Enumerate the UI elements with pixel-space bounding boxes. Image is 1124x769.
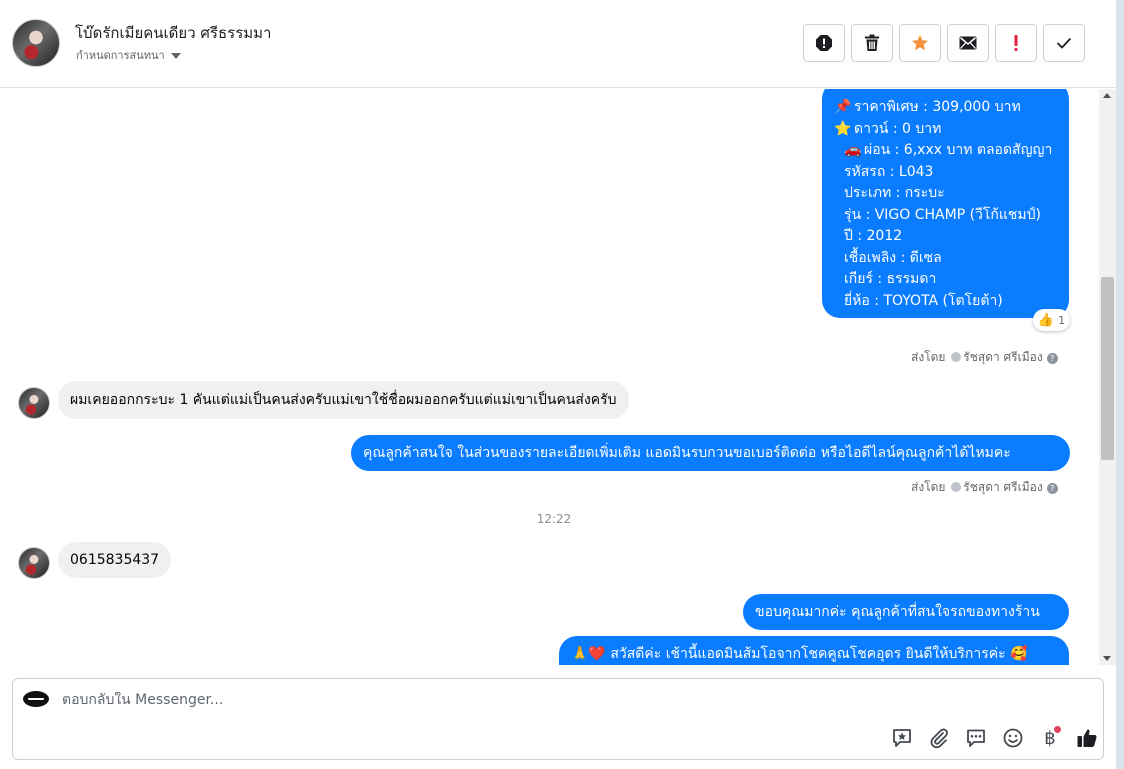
- contact-avatar-small[interactable]: [18, 547, 50, 579]
- outgoing-message[interactable]: คุณลูกค้าสนใจ ในส่วนของรายละเอียดเพิ่มเต…: [351, 435, 1070, 471]
- page-logo-icon: [23, 691, 49, 707]
- message-thread[interactable]: 📌 ราคาพิเศษ : 309,000 บาท ⭐ ดาวน์ : 0 บาท …: [0, 89, 1100, 665]
- composer-tools: ฿: [889, 725, 1100, 751]
- mark-done-button[interactable]: [1043, 24, 1085, 62]
- sent-by-note: ส่งโดย รัชสุดา ศรีเมือง?: [911, 348, 1058, 367]
- shield-icon: [951, 352, 962, 362]
- notification-dot: [1054, 726, 1061, 733]
- delete-button[interactable]: [851, 24, 893, 62]
- mark-spam-button[interactable]: [803, 24, 845, 62]
- greeting-text: สวัสดีค่ะ เช้านี้แอดมินส้มโอจากโชคคูณโชค…: [610, 646, 1006, 662]
- important-icon: [1014, 35, 1018, 51]
- contact-avatar-small[interactable]: [18, 387, 50, 419]
- sent-by-agent[interactable]: รัชสุดา ศรีเมือง: [963, 480, 1042, 494]
- car-down-line: ⭐ ดาวน์ : 0 บาท: [834, 119, 1057, 141]
- emoji-icon: [1003, 728, 1023, 748]
- car-brand-line: ยี่ห้อ : TOYOTA (โตโยต้า): [844, 292, 1003, 309]
- spam-icon: [816, 35, 832, 51]
- car-down: ดาวน์ : 0 บาท: [854, 120, 942, 137]
- outgoing-car-details-message[interactable]: 📌 ราคาพิเศษ : 309,000 บาท ⭐ ดาวน์ : 0 บาท …: [822, 89, 1069, 318]
- help-icon[interactable]: ?: [1046, 353, 1058, 364]
- car-model-line: รุ่น : VIGO CHAMP (วีโก้แชมป์): [844, 206, 1042, 223]
- outgoing-greeting-message[interactable]: 🙏❤️ สวัสดีค่ะ เช้านี้แอดมินส้มโอจากโชคคู…: [559, 636, 1069, 665]
- thumbs-up-icon: 👍: [1037, 312, 1055, 328]
- emoji-button[interactable]: [1000, 725, 1026, 751]
- car-emoji: 🚗: [844, 142, 862, 158]
- assign-conversation-dropdown[interactable]: กำหนดการสนทนา: [76, 46, 181, 64]
- payment-button[interactable]: ฿: [1037, 725, 1063, 751]
- pin-emoji: 📌: [834, 99, 852, 115]
- car-installment-line: 🚗 ผ่อน : 6,xxx บาท ตลอดสัญญา: [834, 140, 1057, 162]
- sticker-button[interactable]: [889, 725, 915, 751]
- reply-input[interactable]: [62, 692, 762, 708]
- help-icon[interactable]: ?: [1046, 483, 1058, 494]
- message-timestamp: 12:22: [536, 512, 572, 526]
- shield-icon: [951, 482, 962, 492]
- saved-replies-icon: [967, 729, 985, 747]
- reaction-count: 1: [1058, 313, 1066, 327]
- like-icon: [1077, 729, 1097, 747]
- attachment-icon: [930, 728, 948, 749]
- caret-down-icon: [170, 53, 181, 59]
- envelope-icon: [959, 36, 977, 50]
- car-fuel-line: เชื้อเพลิง : ดีเซล: [844, 249, 942, 266]
- window-edge: [1116, 0, 1124, 769]
- scroll-up-arrow-icon[interactable]: [1103, 93, 1111, 98]
- smiling-hearts-emoji: 🥰: [1010, 646, 1028, 662]
- mark-unread-button[interactable]: [947, 24, 989, 62]
- car-installment: ผ่อน : 6,xxx บาท ตลอดสัญญา: [864, 142, 1053, 158]
- conversation-toolbar: [803, 24, 1085, 62]
- sent-by-agent[interactable]: รัชสุดา ศรีเมือง: [963, 350, 1042, 364]
- star-icon: [912, 35, 928, 51]
- car-gear-line: เกียร์ : ธรรมดา: [844, 271, 937, 287]
- assign-label: กำหนดการสนทนา: [76, 49, 165, 62]
- send-like-button[interactable]: [1074, 725, 1100, 751]
- car-type-line: ประเภท : กระบะ: [844, 185, 945, 201]
- contact-name[interactable]: โบ๊ดรักเมียคนเดียว ศรีธรรมมา: [75, 21, 271, 45]
- sticker-icon: [893, 729, 911, 747]
- car-year-line: ปี : 2012: [844, 228, 903, 244]
- incoming-message-phone[interactable]: 0615835437: [58, 542, 172, 578]
- attach-file-button[interactable]: [926, 725, 952, 751]
- sent-by-note: ส่งโดย รัชสุดา ศรีเมือง?: [911, 478, 1058, 497]
- sent-by-label: ส่งโดย: [911, 350, 946, 364]
- contact-avatar[interactable]: [12, 19, 60, 67]
- pray-heart-emoji: 🙏❤️: [571, 646, 606, 662]
- star-button[interactable]: [899, 24, 941, 62]
- outgoing-message[interactable]: ขอบคุณมากค่ะ คุณลูกค้าที่สนใจรถของทางร้า…: [743, 594, 1069, 630]
- car-code-line: รหัสรถ : L043: [844, 163, 934, 180]
- incoming-message[interactable]: ผมเคยออกกระบะ 1 คันแต่แม่เป็นคนส่งครับแม…: [58, 381, 629, 419]
- messenger-inbox-conversation: โบ๊ดรักเมียคนเดียว ศรีธรรมมา กำหนดการสนท…: [0, 0, 1124, 769]
- scroll-down-arrow-icon[interactable]: [1103, 656, 1111, 661]
- reply-composer: ฿: [12, 678, 1104, 760]
- car-price-line: 📌 ราคาพิเศษ : 309,000 บาท: [834, 97, 1057, 119]
- conversation-header: โบ๊ดรักเมียคนเดียว ศรีธรรมมา กำหนดการสนท…: [0, 0, 1116, 88]
- star-emoji: ⭐: [834, 120, 852, 137]
- saved-replies-button[interactable]: [963, 725, 989, 751]
- sent-by-label: ส่งโดย: [911, 480, 946, 494]
- check-icon: [1056, 37, 1072, 49]
- car-price: ราคาพิเศษ : 309,000 บาท: [854, 99, 1021, 115]
- trash-icon: [865, 34, 879, 51]
- scroll-thumb[interactable]: [1101, 277, 1114, 460]
- thread-scrollbar[interactable]: [1099, 89, 1116, 665]
- mark-important-button[interactable]: [995, 24, 1037, 62]
- message-reaction[interactable]: 👍 1: [1033, 309, 1070, 331]
